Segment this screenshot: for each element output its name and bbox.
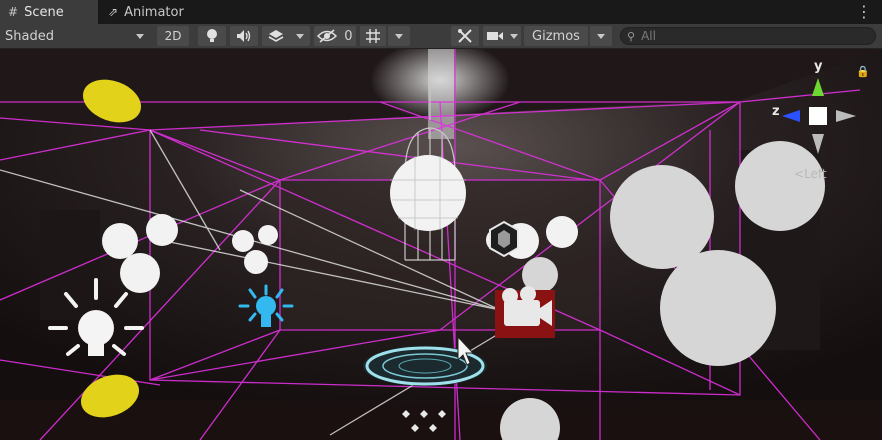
search-icon: ⚲ [627,29,636,43]
chevron-down-icon [296,33,304,39]
grid-snap-icon [366,29,380,43]
probe-hex-icon [489,220,519,258]
chevron-down-icon [395,33,403,39]
gizmos-label: Gizmos [532,28,580,44]
scene-toolbar: Shaded 2D 0 Gizmos ⚲ All [0,24,882,49]
shading-mode-dropdown[interactable]: Shaded [2,26,150,46]
layers-icon [268,30,284,42]
scene-render [0,49,882,440]
toggle-2d-label: 2D [164,29,182,43]
lightbulb-icon [207,29,217,42]
grid-snap-button[interactable] [360,26,386,46]
grid-icon: # [8,5,19,19]
grid-snap-dropdown[interactable] [388,26,410,46]
search-placeholder: All [641,29,656,43]
left-window [40,210,100,320]
tools-icon [458,29,472,43]
gizmos-button[interactable]: Gizmos [524,26,588,46]
tools-button[interactable] [451,26,479,46]
tab-animator[interactable]: ⇗ Animator [108,0,208,24]
chevron-down-icon [136,33,144,39]
hidden-count: 0 [344,28,353,44]
lighting-toggle-button[interactable] [198,26,226,46]
chevron-down-icon [597,33,605,39]
animator-icon: ⇗ [108,5,119,19]
lock-icon[interactable]: 🔒 [856,65,870,78]
more-options-icon[interactable]: ⋮ [856,2,872,21]
shading-mode-label: Shaded [5,28,54,44]
effects-dropdown[interactable] [262,26,310,46]
tab-bar: # Scene ⇗ Animator ⋮ [0,0,882,24]
audio-toggle-button[interactable] [230,26,258,46]
view-orientation-label[interactable]: <Left [794,167,827,181]
camera-dropdown[interactable] [483,26,521,46]
scene-viewport[interactable]: y z <Left 🔒 [0,49,882,440]
scene-visibility-button[interactable]: 0 [314,26,356,46]
axis-y-label: y [814,59,823,74]
camera-icon [487,32,503,40]
speaker-icon [237,30,251,42]
hidden-eye-icon [317,29,338,43]
gizmos-dropdown[interactable] [590,26,612,46]
toggle-2d-button[interactable]: 2D [157,26,189,46]
view-orientation-icon: < [794,167,805,181]
chevron-down-icon [510,33,518,39]
tab-scene-label: Scene [24,4,64,20]
tab-animator-label: Animator [124,4,184,20]
camera-gizmo [495,286,555,338]
axis-z-label: z [772,104,780,119]
search-input[interactable]: ⚲ All [620,27,876,45]
tab-scene[interactable]: # Scene [0,0,98,24]
